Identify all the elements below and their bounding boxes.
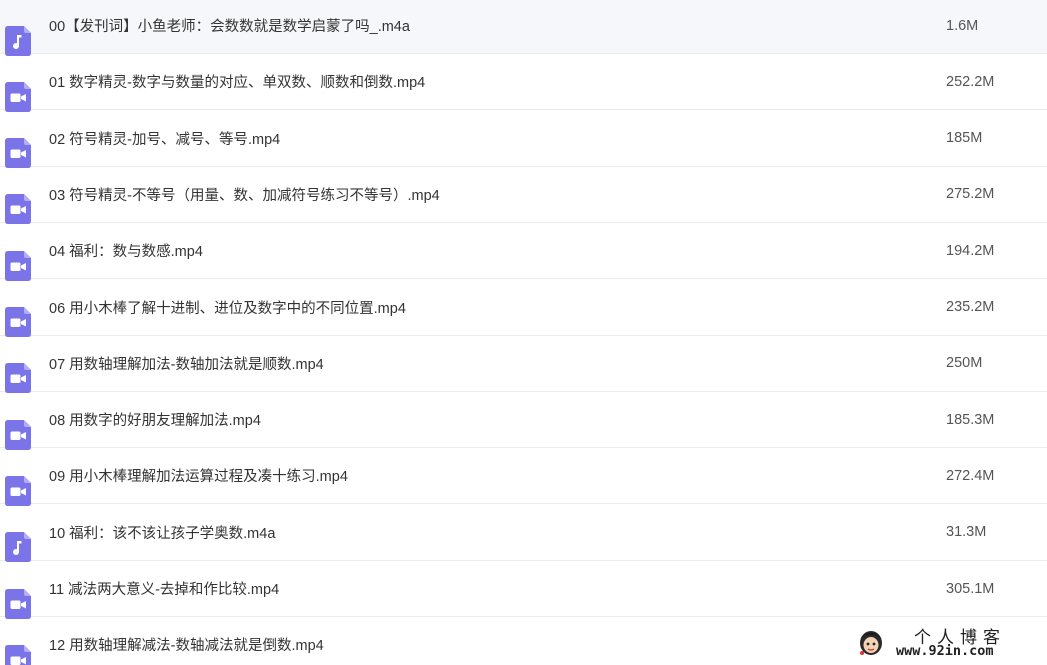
file-row[interactable]: 11 减法两大意义-去掉和作比较.mp4 305.1M	[0, 561, 1047, 619]
video-camera-icon	[5, 363, 31, 394]
file-row[interactable]: 02 符号精灵-加号、减号、等号.mp4 185M	[0, 111, 1047, 169]
file-list: 00【发刊词】小鱼老师：会数数就是数学启蒙了吗_.m4a 1.6M 01 数字精灵-…	[0, 0, 1047, 665]
file-row[interactable]: 10 福利：该不该让孩子学奥数.m4a 31.3M	[0, 505, 1047, 563]
video-camera-icon	[5, 250, 31, 281]
file-size: 1.6M	[946, 17, 979, 34]
file-row[interactable]: 01 数字精灵-数字与数量的对应、单双数、顺数和倒数.mp4 252.2M	[0, 54, 1047, 112]
music-note-icon	[5, 532, 31, 563]
file-name[interactable]: 04 福利：数与数感.mp4	[49, 240, 203, 261]
file-row[interactable]: 09 用小木棒理解加法运算过程及凑十练习.mp4 272.4M	[0, 448, 1047, 506]
file-row[interactable]: 06 用小木棒了解十进制、进位及数字中的不同位置.mp4 235.2M	[0, 280, 1047, 337]
file-name[interactable]: 01 数字精灵-数字与数量的对应、单双数、顺数和倒数.mp4	[49, 71, 425, 92]
file-row[interactable]: 07 用数轴理解加法-数轴加法就是顺数.mp4 250M	[0, 336, 1047, 394]
video-camera-icon	[5, 588, 31, 619]
file-row[interactable]: 00【发刊词】小鱼老师：会数数就是数学启蒙了吗_.m4a 1.6M	[0, 0, 1047, 56]
watermark: 个人博客 www.92in.com	[852, 622, 1042, 662]
video-camera-icon	[5, 81, 31, 112]
music-note-icon	[5, 25, 31, 56]
file-size: 31.3M	[946, 524, 987, 541]
file-name[interactable]: 10 福利：该不该让孩子学奥数.m4a	[49, 522, 275, 543]
video-camera-icon	[5, 475, 31, 506]
file-size: 305.1M	[946, 580, 995, 597]
file-name[interactable]: 02 符号精灵-加号、减号、等号.mp4	[49, 128, 280, 149]
file-name[interactable]: 11 减法两大意义-去掉和作比较.mp4	[49, 578, 279, 599]
file-size: 272.4M	[946, 467, 995, 484]
file-row[interactable]: 08 用数字的好朋友理解加法.mp4 185.3M	[0, 392, 1047, 450]
watermark-logo	[860, 631, 882, 655]
video-camera-icon	[5, 307, 31, 337]
video-camera-icon	[5, 138, 31, 169]
file-size: 235.2M	[946, 299, 995, 315]
file-row[interactable]: 03 符号精灵-不等号（用量、数、加减符号练习不等号）.mp4 275.2M	[0, 167, 1047, 225]
file-size: 185.3M	[946, 411, 995, 428]
file-size: 250M	[946, 355, 983, 372]
file-name[interactable]: 09 用小木棒理解加法运算过程及凑十练习.mp4	[49, 465, 348, 486]
file-row[interactable]: 04 福利：数与数感.mp4 194.2M	[0, 223, 1047, 281]
video-camera-icon	[5, 419, 31, 450]
file-size: 252.2M	[946, 73, 995, 90]
watermark-url: www.92in.com	[896, 643, 994, 659]
file-size: 275.2M	[946, 186, 995, 203]
file-name[interactable]: 08 用数字的好朋友理解加法.mp4	[49, 409, 261, 430]
video-camera-icon	[5, 644, 31, 665]
file-name[interactable]: 00【发刊词】小鱼老师：会数数就是数学启蒙了吗_.m4a	[49, 15, 410, 36]
file-size: 185M	[946, 130, 983, 147]
file-name[interactable]: 06 用小木棒了解十进制、进位及数字中的不同位置.mp4	[49, 297, 406, 318]
video-camera-icon	[5, 194, 31, 225]
file-name[interactable]: 12 用数轴理解减法-数轴减法就是倒数.mp4	[49, 634, 324, 655]
file-name[interactable]: 07 用数轴理解加法-数轴加法就是顺数.mp4	[49, 353, 324, 374]
file-size: 194.2M	[946, 242, 995, 259]
file-name[interactable]: 03 符号精灵-不等号（用量、数、加减符号练习不等号）.mp4	[49, 184, 440, 205]
